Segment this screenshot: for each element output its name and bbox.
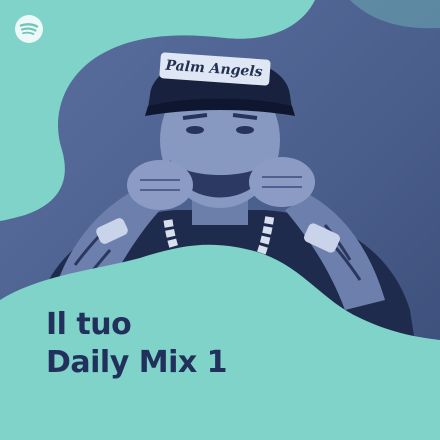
playlist-title-line2: Daily Mix 1	[46, 345, 228, 380]
playlist-cover[interactable]: Palm Angels Il tuo Daily Mix 1	[0, 0, 440, 440]
playlist-title: Il tuo Daily Mix 1	[46, 306, 228, 382]
playlist-title-line1: Il tuo	[46, 307, 132, 342]
spotify-icon	[15, 15, 43, 43]
